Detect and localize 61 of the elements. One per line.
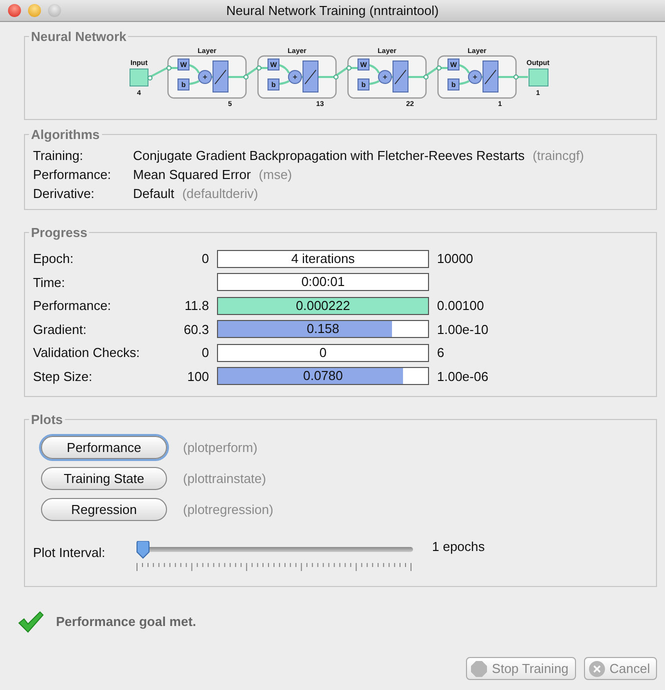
section-title: Algorithms — [30, 128, 101, 141]
transfer-function-icon — [392, 60, 408, 92]
connector-line — [513, 74, 528, 80]
function-name: (plotregression) — [183, 500, 274, 519]
plot-button[interactable]: Regression — [41, 498, 167, 521]
field-label: Time: — [33, 274, 66, 292]
end-value: 1.00e-06 — [437, 368, 490, 386]
function-name: (plottrainstate) — [183, 470, 266, 488]
checkmark-icon — [18, 611, 44, 633]
input-block — [129, 68, 148, 86]
connector-line — [422, 67, 438, 80]
section-title: Neural Network — [30, 30, 128, 43]
slider[interactable] — [136, 541, 415, 559]
start-value: 100 — [186, 368, 209, 386]
connector-line — [242, 67, 258, 80]
plot-interval-value: 1 epochs — [432, 538, 485, 556]
plot-interval-label: Plot Interval: — [33, 544, 106, 562]
field-label: Gradient: — [33, 320, 88, 338]
field-label: Training: — [33, 147, 84, 165]
start-value: 11.8 — [184, 297, 209, 315]
progress-reading: 0.000222 — [294, 298, 352, 314]
transfer-function-icon — [212, 60, 228, 92]
transfer-function-icon — [302, 60, 318, 92]
start-value: 0 — [200, 250, 209, 268]
section-title: Plots — [30, 413, 64, 426]
function-name: (mse) — [258, 166, 292, 184]
progress-reading: 0.158 — [306, 321, 340, 338]
plot-button[interactable]: Performance — [41, 436, 167, 459]
cancel-icon — [588, 660, 605, 676]
field-value: Default — [133, 185, 174, 203]
section-title: Progress — [30, 226, 88, 239]
connector-line — [332, 67, 348, 80]
field-label: Derivative: — [33, 185, 96, 203]
stop-sign-icon — [470, 660, 487, 676]
field-value: Mean Squared Error — [133, 166, 251, 184]
function-name: (plotperform) — [183, 438, 258, 457]
transfer-function-icon — [482, 60, 498, 92]
connector-line — [147, 67, 167, 80]
progress-reading: 0.0780 — [302, 368, 344, 384]
function-name: (defaultderiv) — [182, 185, 258, 203]
plot-button[interactable]: Training State — [41, 467, 167, 490]
window-title: Neural Network Training (nntraintool) — [226, 2, 439, 20]
field-label: Performance: — [33, 297, 112, 315]
start-value: 0 — [200, 344, 209, 362]
end-value: 6 — [437, 344, 446, 362]
minimize-button[interactable] — [28, 4, 41, 17]
end-value: 0.00100 — [437, 297, 485, 315]
end-value: 1.00e-10 — [437, 320, 490, 338]
status-message: Performance goal met. — [56, 613, 196, 632]
end-value: 10000 — [437, 250, 474, 268]
start-value: 60.3 — [182, 320, 209, 338]
field-label: Step Size: — [33, 368, 94, 386]
zoom-button[interactable] — [48, 4, 61, 17]
output-block — [528, 68, 548, 86]
field-label: Performance: — [33, 166, 112, 184]
slider-thumb[interactable] — [136, 541, 150, 559]
field-label: Validation Checks: — [33, 344, 141, 362]
function-name: (traincgf) — [532, 147, 584, 165]
field-label: Epoch: — [33, 250, 74, 268]
field-value: Conjugate Gradient Backpropagation with Fletcher-Reeves Restarts — [133, 147, 525, 165]
close-button[interactable] — [8, 4, 21, 17]
